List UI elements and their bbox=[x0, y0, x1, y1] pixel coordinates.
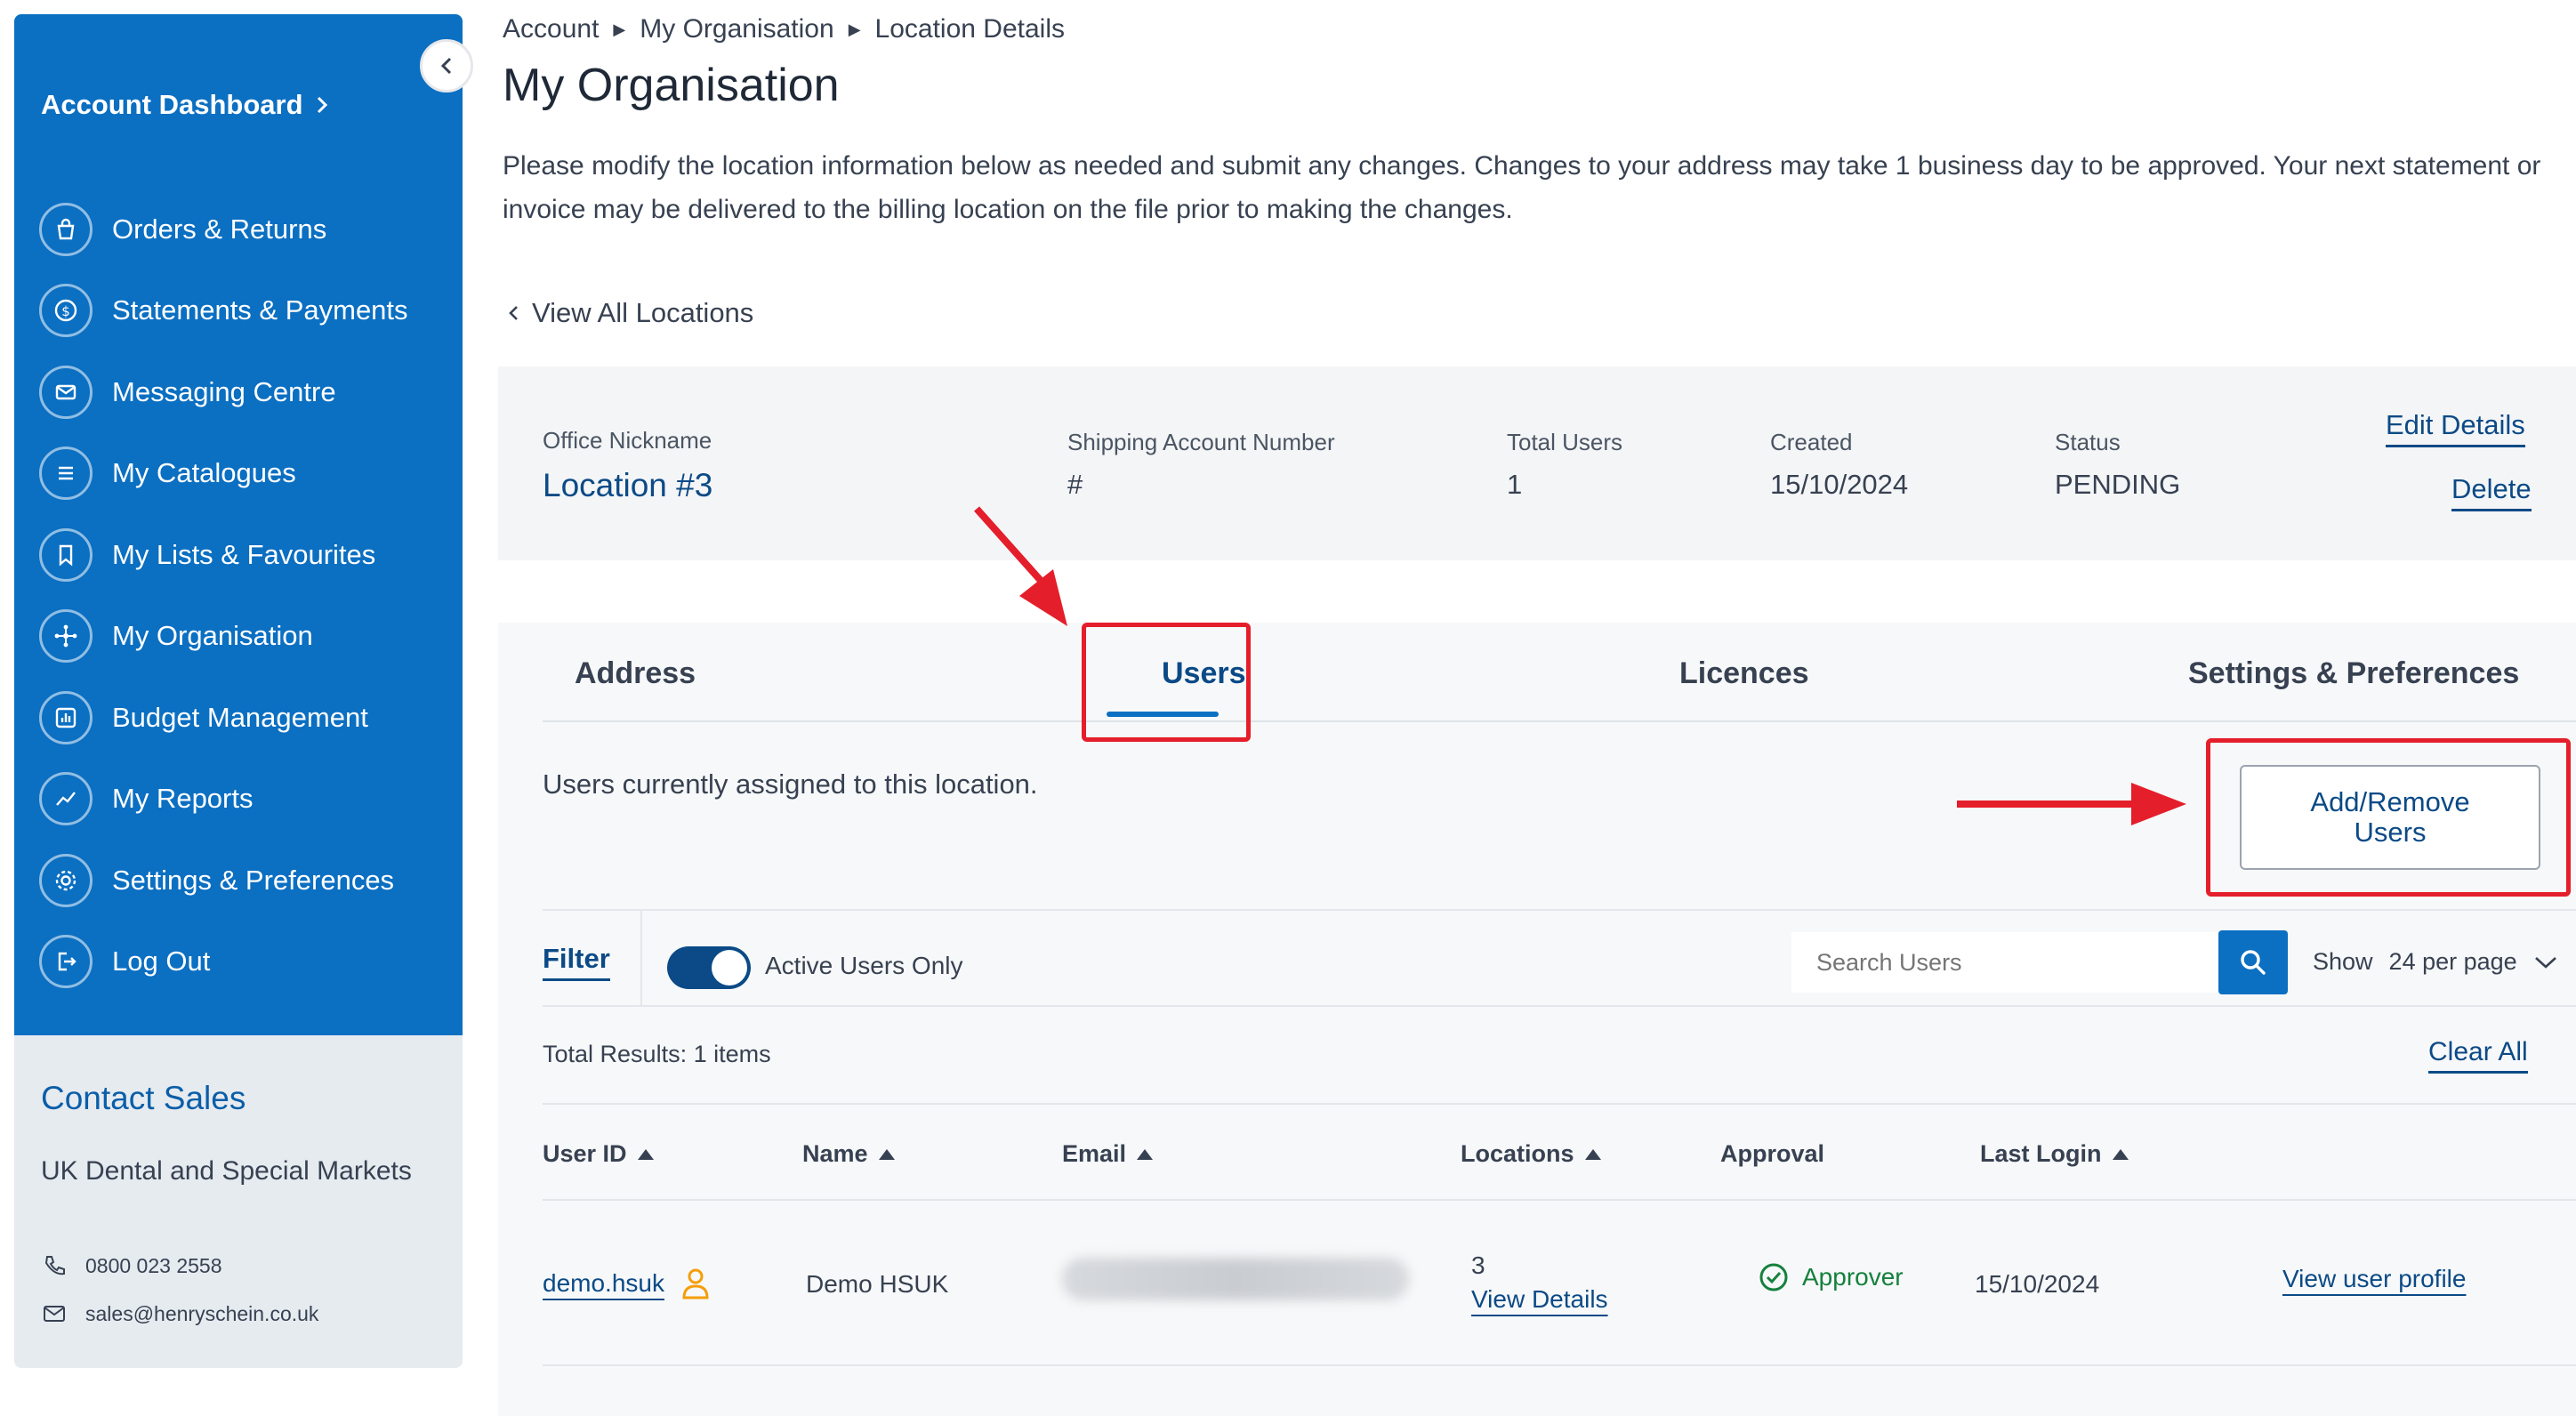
arrow-to-add-remove-button bbox=[1957, 783, 2186, 825]
annotation-arrows bbox=[974, 506, 2186, 825]
arrow-to-users-tab bbox=[974, 506, 1067, 626]
